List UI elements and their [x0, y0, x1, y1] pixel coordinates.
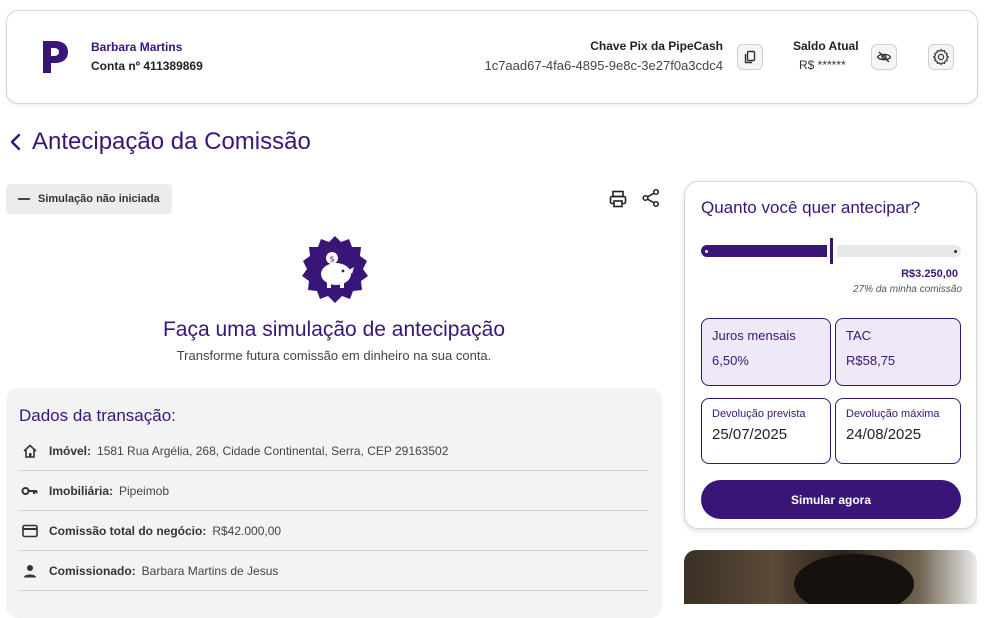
slider-end-dot: [954, 250, 957, 253]
expected-return-tile: Devolução prevista 25/07/2025: [701, 398, 831, 464]
amount-slider[interactable]: [701, 238, 961, 266]
gear-icon: [933, 48, 949, 66]
print-icon[interactable]: [608, 189, 628, 209]
pix-key-title: Chave Pix da PipeCash: [590, 39, 723, 53]
transaction-title: Dados da transação:: [19, 406, 176, 425]
home-icon: [21, 442, 39, 460]
monthly-interest-tile: Juros mensais 6,50%: [701, 318, 831, 386]
slider-fill: [701, 245, 827, 257]
row-label: Imóvel:: [49, 443, 92, 458]
tile-label: Juros mensais: [712, 328, 796, 343]
simulate-now-button[interactable]: Simular agora: [701, 480, 961, 519]
slider-handle[interactable]: [830, 238, 833, 264]
transaction-row-property: Imóvel: 1581 Rua Argélia, 268, Cidade Co…: [19, 431, 649, 471]
eye-off-icon: [876, 51, 892, 63]
toggle-balance-button[interactable]: [871, 44, 897, 70]
balance-value: R$ ******: [799, 58, 846, 72]
selected-amount: R$3.250,00: [901, 268, 958, 280]
transaction-row-agency: Imobiliária: Pipeimob: [19, 471, 649, 511]
slider-track: [837, 245, 961, 257]
tile-value: 24/08/2025: [846, 426, 922, 443]
empty-state-subtitle: Transforme futura comissão em dinheiro n…: [176, 348, 492, 363]
row-label: Comissão total do negócio:: [49, 523, 207, 538]
copy-icon: [744, 50, 756, 64]
transaction-card: Dados da transação: Imóvel: 1581 Rua Arg…: [6, 388, 662, 618]
user-name: Barbara Martins: [91, 40, 183, 54]
tile-label: TAC: [846, 328, 872, 343]
svg-text:$: $: [329, 255, 334, 264]
row-value: Barbara Martins de Jesus: [141, 563, 279, 578]
simulation-card: Quanto você quer antecipar? R$3.250,00 2…: [684, 181, 977, 529]
copy-pix-button[interactable]: [737, 44, 763, 70]
tile-value: R$58,75: [846, 353, 896, 368]
row-label: Comissionado:: [49, 563, 136, 578]
row-value: R$42.000,00: [212, 523, 282, 538]
tile-label: Devolução máxima: [846, 408, 940, 420]
person-icon: [21, 562, 39, 580]
tile-label: Devolução prevista: [712, 408, 806, 420]
page-title: Antecipação da Comissão: [32, 128, 311, 155]
account-number: Conta nº 411389869: [91, 59, 203, 73]
piggy-bank-badge-icon: $: [302, 236, 368, 303]
chevron-left-icon: [10, 133, 21, 151]
status-badge: Simulação não iniciada: [6, 184, 172, 214]
slider-start-dot: [705, 250, 708, 253]
settings-button[interactable]: [928, 44, 954, 70]
back-button[interactable]: [8, 128, 26, 156]
row-label: Imobiliária:: [49, 483, 114, 498]
row-value: Pipeimob: [119, 483, 170, 498]
row-value: 1581 Rua Argélia, 268, Cidade Continenta…: [97, 443, 449, 458]
share-icon[interactable]: [641, 188, 661, 208]
tile-value: 6,50%: [712, 353, 749, 368]
tile-value: 25/07/2025: [712, 426, 788, 443]
pix-key-value: 1c7aad67-4fa6-4895-9e8c-3e27f0a3cdc4: [484, 58, 723, 73]
transaction-row-commission: Comissão total do negócio: R$42.000,00: [19, 511, 649, 551]
photo-subject: [794, 554, 914, 604]
balance-title: Saldo Atual: [793, 39, 859, 53]
transaction-row-commissioned: Comissionado: Barbara Martins de Jesus: [19, 551, 649, 591]
account-header: Barbara Martins Conta nº 411389869 Chave…: [6, 10, 978, 104]
pipecash-logo: [43, 41, 68, 73]
dash-icon: [18, 198, 30, 200]
empty-state-title: Faça uma simulação de antecipação: [162, 318, 506, 341]
max-return-tile: Devolução máxima 24/08/2025: [835, 398, 961, 464]
key-icon: [21, 482, 39, 500]
status-text: Simulação não iniciada: [38, 193, 160, 205]
tac-tile: TAC R$58,75: [835, 318, 961, 386]
commission-percentage: 27% da minha comissão: [853, 284, 962, 295]
simulation-title: Quanto você quer antecipar?: [701, 198, 921, 217]
page-title-row: Antecipação da Comissão: [8, 128, 311, 156]
card-icon: [21, 522, 39, 540]
promo-photo: [684, 550, 977, 604]
